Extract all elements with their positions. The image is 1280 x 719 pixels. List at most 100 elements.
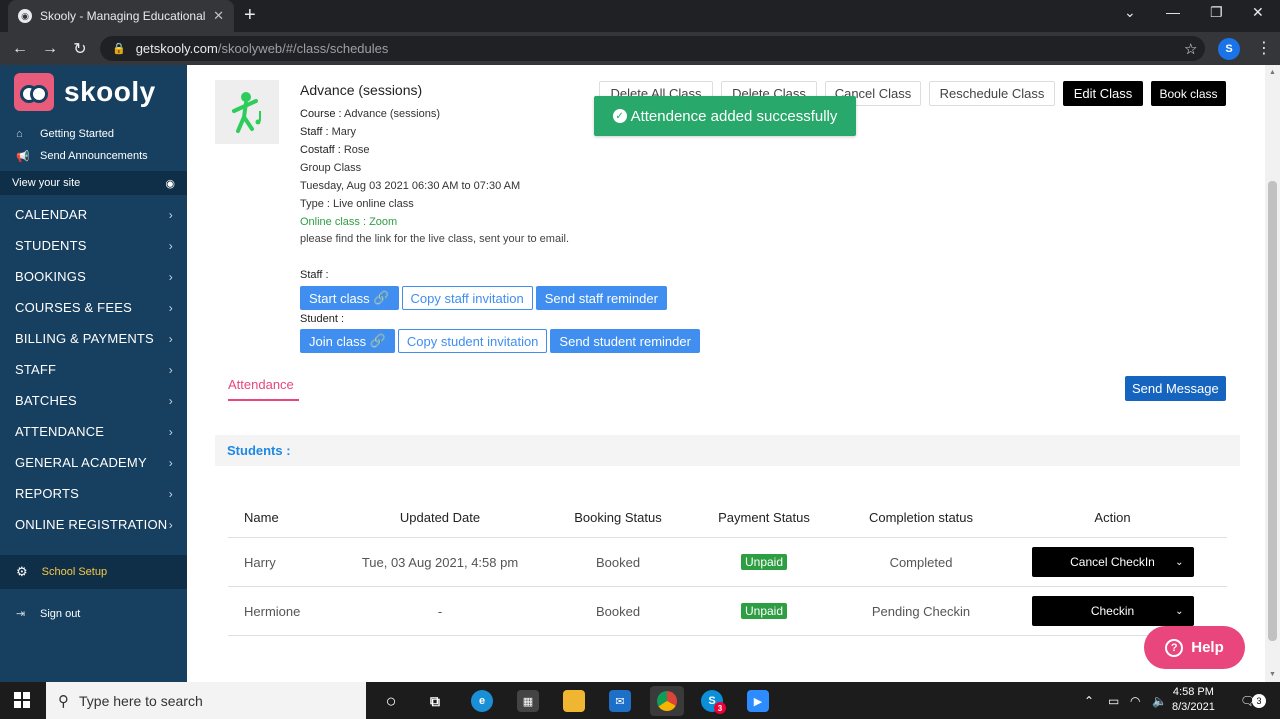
mail-icon[interactable]: ✉ xyxy=(609,690,631,712)
edit-class-button[interactable]: Edit Class xyxy=(1063,81,1143,106)
cancel-checkin-button[interactable]: Cancel CheckIn ⌄ xyxy=(1031,547,1194,577)
battery-icon[interactable]: ▭ xyxy=(1108,682,1119,719)
booking-status: Booked xyxy=(595,554,641,570)
tray-chevron-icon[interactable]: ⌃ xyxy=(1084,682,1094,719)
start-class-label: Start class xyxy=(309,290,370,306)
page-scrollbar[interactable]: ▲ ▼ xyxy=(1265,65,1280,682)
menu-label: STAFF xyxy=(15,362,57,377)
file-explorer-icon[interactable] xyxy=(563,690,585,712)
taskbar-search-box[interactable]: ⚲ Type here to search xyxy=(46,682,366,719)
forward-icon[interactable]: → xyxy=(35,40,65,58)
edge-icon[interactable]: e xyxy=(471,690,493,712)
chevron-right-icon: › xyxy=(168,269,173,284)
book-class-button[interactable]: Book class xyxy=(1151,81,1226,106)
copy-staff-invitation-button[interactable]: Copy staff invitation xyxy=(401,286,533,310)
join-class-button[interactable]: Join class 🔗 xyxy=(300,329,395,353)
active-tab-indicator xyxy=(228,399,299,401)
question-icon: ? xyxy=(1165,638,1184,657)
sidebar-item-students[interactable]: STUDENTS › xyxy=(0,230,187,261)
browser-tab[interactable]: ◉ Skooly - Managing Educational J ✕ xyxy=(8,0,234,32)
bookmark-star-icon[interactable]: ☆ xyxy=(1184,40,1197,58)
zoom-icon[interactable]: ▶ xyxy=(747,690,769,712)
sidebar-item-batches[interactable]: BATCHES › xyxy=(0,385,187,416)
sidebar-item-attendance[interactable]: ATTENDANCE › xyxy=(0,416,187,447)
sign-out[interactable]: ⇥ Sign out xyxy=(16,607,80,621)
scroll-down-icon[interactable]: ▼ xyxy=(1269,671,1276,678)
sidebar-item-calendar[interactable]: CALENDAR › xyxy=(0,199,187,230)
cortana-icon[interactable]: ○ xyxy=(380,690,402,712)
owl-logo-icon xyxy=(14,73,54,111)
chrome-icon[interactable] xyxy=(650,686,684,716)
task-view-icon[interactable]: ⧉ xyxy=(424,690,446,712)
search-placeholder: Type here to search xyxy=(79,692,203,709)
class-description: please find the link for the live class,… xyxy=(300,233,570,245)
col-completion-status: Completion status xyxy=(868,510,974,525)
wifi-icon[interactable]: ◠ xyxy=(1130,682,1140,719)
volume-icon[interactable]: 🔈 xyxy=(1152,682,1167,719)
sign-out-icon: ⇥ xyxy=(16,608,26,620)
link-icon: 🔗 xyxy=(373,290,390,305)
reschedule-class-button[interactable]: Reschedule Class xyxy=(929,81,1055,106)
view-site-label: View your site xyxy=(12,177,81,189)
chevron-right-icon: › xyxy=(168,207,173,222)
chevron-right-icon: › xyxy=(168,424,173,439)
back-icon[interactable]: ← xyxy=(5,40,35,58)
checkin-button[interactable]: Checkin ⌄ xyxy=(1031,596,1194,626)
send-message-button[interactable]: Send Message xyxy=(1125,376,1226,401)
class-title: Advance (sessions) xyxy=(300,82,423,98)
send-staff-reminder-button[interactable]: Send staff reminder xyxy=(535,286,667,310)
view-your-site[interactable]: View your site ◉ xyxy=(0,171,187,195)
gear-icon: ⚙ xyxy=(16,564,28,579)
close-window-icon[interactable]: ✕ xyxy=(1252,4,1264,21)
help-button[interactable]: ? Help xyxy=(1144,626,1245,669)
new-tab-button[interactable]: + xyxy=(244,4,256,27)
address-bar[interactable]: 🔒 getskooly.com/skoolyweb/#/class/schedu… xyxy=(100,36,1205,61)
sidebar-getting-started[interactable]: ⌂ Getting Started xyxy=(16,123,148,145)
link-icon: 🔗 xyxy=(369,333,386,348)
col-booking-status: Booking Status xyxy=(574,510,662,525)
minimize-icon[interactable]: — xyxy=(1166,4,1180,20)
students-heading: Students : xyxy=(227,443,291,458)
system-clock[interactable]: 4:58 PM 8/3/2021 xyxy=(1172,685,1215,715)
col-name: Name xyxy=(244,510,279,525)
sidebar-item-courses-fees[interactable]: COURSES & FEES › xyxy=(0,292,187,323)
sidebar-item-general-academy[interactable]: GENERAL ACADEMY › xyxy=(0,447,187,478)
browser-menu-icon[interactable]: ⋮ xyxy=(1256,38,1272,58)
sidebar-send-announcements[interactable]: 📢 Send Announcements xyxy=(16,145,148,167)
close-tab-icon[interactable]: ✕ xyxy=(213,8,224,24)
maximize-icon[interactable]: ❐ xyxy=(1210,4,1223,21)
sidebar-link-label: Getting Started xyxy=(40,128,114,140)
course-value: Advance (sessions) xyxy=(344,108,441,120)
staff-actions: Start class 🔗 Copy staff invitation Send… xyxy=(300,286,667,310)
chevron-right-icon: › xyxy=(168,393,173,408)
sidebar-item-staff[interactable]: STAFF › xyxy=(0,354,187,385)
sidebar-item-reports[interactable]: REPORTS › xyxy=(0,478,187,509)
profile-avatar[interactable]: S xyxy=(1218,38,1240,60)
store-icon[interactable]: ▦ xyxy=(517,690,539,712)
join-class-label: Join class xyxy=(309,333,367,349)
sidebar-item-billing-payments[interactable]: BILLING & PAYMENTS › xyxy=(0,323,187,354)
windows-start-icon[interactable] xyxy=(14,692,30,708)
start-class-button[interactable]: Start class 🔗 xyxy=(300,286,399,310)
class-thumbnail xyxy=(215,80,279,144)
sidebar-item-online-registration[interactable]: ONLINE REGISTRATION › xyxy=(0,509,187,540)
sidebar-item-bookings[interactable]: BOOKINGS › xyxy=(0,261,187,292)
menu-label: ONLINE REGISTRATION xyxy=(15,517,168,532)
school-setup[interactable]: ⚙ School Setup xyxy=(0,555,187,589)
menu-label: COURSES & FEES xyxy=(15,300,132,315)
course-label: Course : xyxy=(300,108,342,120)
staff-row-label: Staff : xyxy=(300,269,329,281)
tab-search-icon[interactable]: ⌄ xyxy=(1124,4,1136,21)
scroll-up-icon[interactable]: ▲ xyxy=(1269,69,1276,76)
reload-icon[interactable]: ↻ xyxy=(65,39,95,59)
send-student-reminder-button[interactable]: Send student reminder xyxy=(550,329,700,353)
skooly-logo[interactable]: skooly xyxy=(14,73,156,111)
site-favicon-icon: ◉ xyxy=(18,9,32,23)
completion-status: Pending Checkin xyxy=(871,603,971,619)
menu-label: BATCHES xyxy=(15,393,77,408)
copy-student-invitation-button[interactable]: Copy student invitation xyxy=(397,329,548,353)
menu-label: REPORTS xyxy=(15,486,80,501)
tab-attendance[interactable]: Attendance xyxy=(228,377,294,392)
scrollbar-thumb[interactable] xyxy=(1268,181,1277,641)
students-section-header: Students : xyxy=(215,435,1240,466)
